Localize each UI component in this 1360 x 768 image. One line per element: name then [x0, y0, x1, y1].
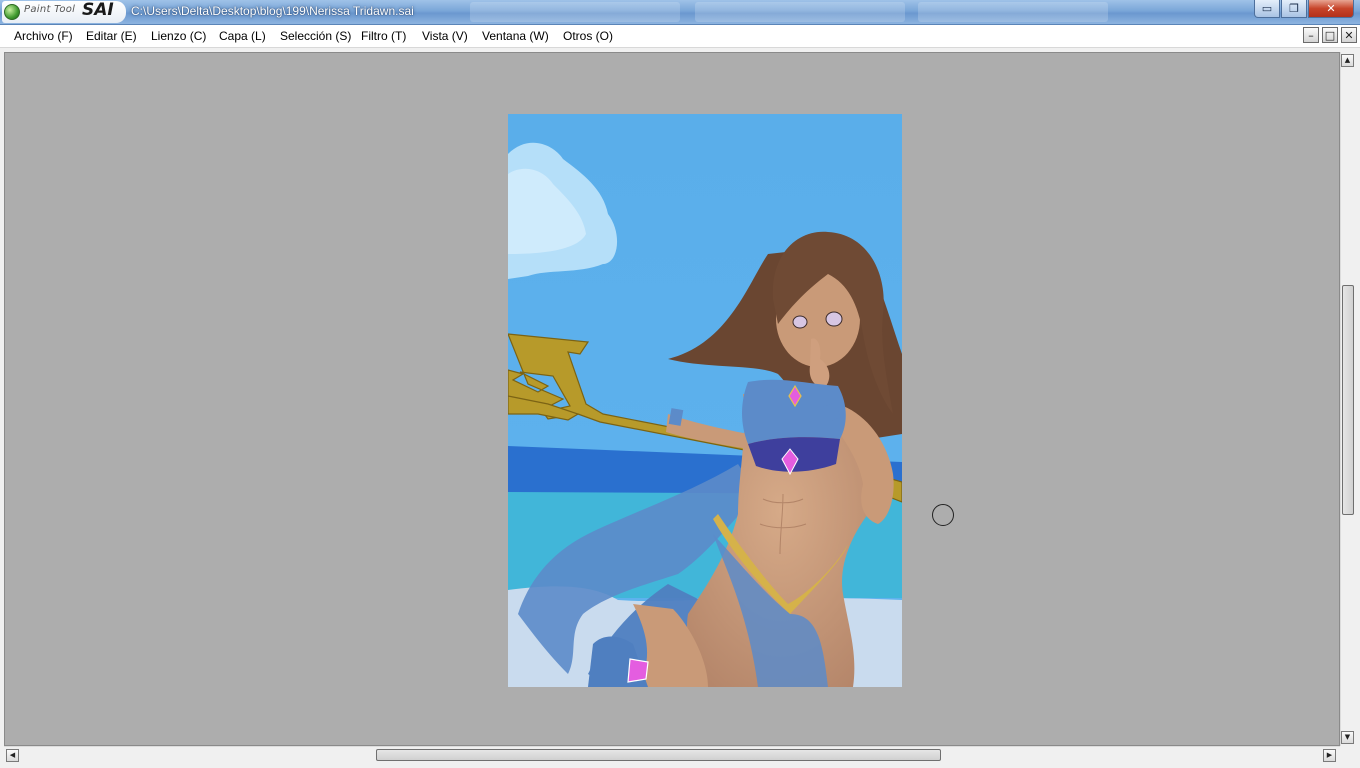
minimize-button[interactable]: ▭ — [1254, 0, 1280, 18]
horizontal-scroll-thumb[interactable] — [376, 749, 941, 761]
menu-filtro[interactable]: Filtro (T) — [361, 29, 406, 43]
minimize-icon: ▭ — [1261, 2, 1273, 15]
menu-ventana[interactable]: Ventana (W) — [482, 29, 549, 43]
close-button[interactable]: ✕ — [1308, 0, 1354, 18]
paint-tool-sai-window: Paint Tool SAI C:\Users\Delta\Desktop\bl… — [0, 0, 1360, 768]
scrollbar-corner — [1340, 746, 1360, 768]
globe-icon — [4, 4, 20, 20]
scroll-right-button[interactable]: ▶ — [1323, 749, 1336, 762]
window-controls: ▭ ❐ ✕ — [1253, 0, 1354, 18]
background-tab-ghost — [918, 2, 1108, 22]
menu-seleccion[interactable]: Selección (S) — [280, 29, 351, 43]
right-eye — [825, 311, 843, 327]
brush-cursor — [932, 504, 954, 526]
background-tab-ghost — [695, 2, 905, 22]
menu-otros[interactable]: Otros (O) — [563, 29, 613, 43]
document-maximize-button[interactable]: □ — [1322, 27, 1338, 43]
document-close-button[interactable]: ✕ — [1341, 27, 1357, 43]
menu-lienzo[interactable]: Lienzo (C) — [151, 29, 206, 43]
menu-vista[interactable]: Vista (V) — [422, 29, 468, 43]
close-icon: ✕ — [1326, 2, 1336, 15]
arrow-up-icon: ▲ — [1344, 56, 1351, 64]
arrow-left-icon: ◀ — [9, 751, 16, 759]
artwork-canvas[interactable] — [508, 114, 902, 687]
window-title: C:\Users\Delta\Desktop\blog\199\Nerissa … — [131, 4, 414, 18]
minimize-icon: – — [1308, 28, 1314, 42]
restore-icon: ❐ — [1289, 2, 1299, 15]
scroll-up-button[interactable]: ▲ — [1341, 54, 1354, 67]
arrow-right-icon: ▶ — [1326, 751, 1333, 759]
restore-button[interactable]: ❐ — [1281, 0, 1307, 18]
gem-leg — [627, 658, 649, 683]
scroll-down-button[interactable]: ▼ — [1341, 731, 1354, 744]
background-tab-ghost — [470, 2, 680, 22]
scroll-left-button[interactable]: ◀ — [6, 749, 19, 762]
arrow-down-icon: ▼ — [1344, 733, 1351, 741]
title-bar[interactable]: Paint Tool SAI C:\Users\Delta\Desktop\bl… — [0, 0, 1360, 25]
close-icon: ✕ — [1344, 28, 1354, 42]
logo-paint-tool-text: Paint Tool — [24, 4, 76, 15]
vertical-scroll-thumb[interactable] — [1342, 285, 1354, 515]
maximize-icon: □ — [1324, 28, 1336, 42]
artwork-illustration — [508, 114, 902, 687]
vertical-scrollbar[interactable]: ▲ ▼ — [1340, 52, 1355, 746]
document-minimize-button[interactable]: – — [1303, 27, 1319, 43]
app-logo: Paint Tool SAI — [2, 0, 126, 23]
logo-sai-text: SAI — [82, 0, 114, 20]
horizontal-scrollbar[interactable]: ◀ ▶ — [4, 746, 1340, 763]
left-eye — [792, 315, 808, 329]
document-window-controls: – □ ✕ — [1300, 27, 1357, 43]
menu-bar: Archivo (F) Editar (E) Lienzo (C) Capa (… — [0, 25, 1360, 48]
menu-capa[interactable]: Capa (L) — [219, 29, 266, 43]
canvas-workspace[interactable] — [4, 52, 1340, 746]
menu-archivo[interactable]: Archivo (F) — [14, 29, 73, 43]
menu-editar[interactable]: Editar (E) — [86, 29, 137, 43]
